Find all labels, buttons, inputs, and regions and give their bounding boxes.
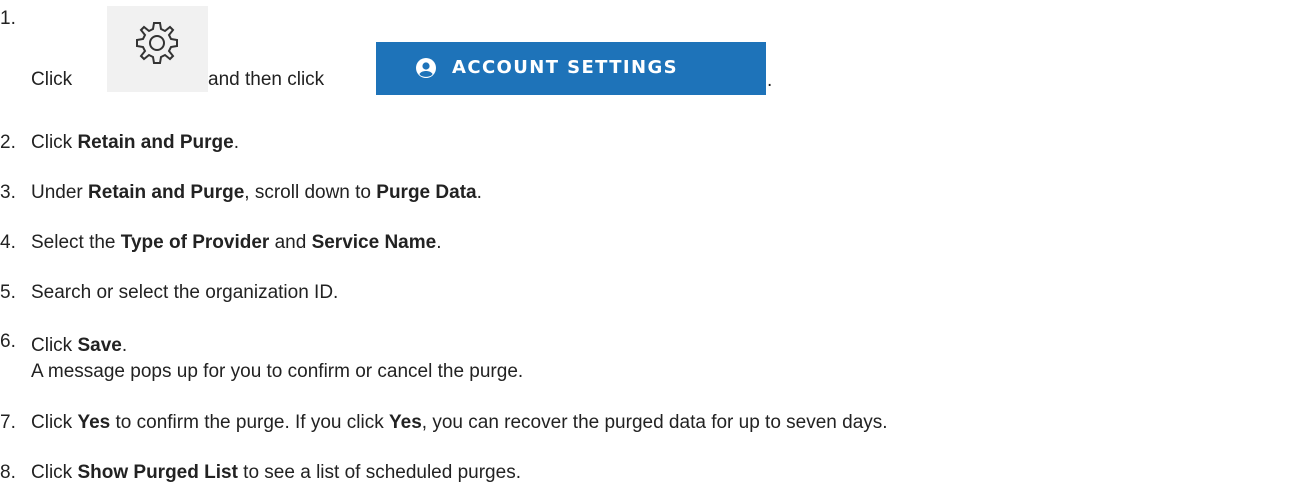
step-number: 1.	[0, 8, 16, 29]
step-note: A message pops up for you to confirm or …	[31, 361, 524, 382]
person-circle-icon	[416, 58, 436, 78]
step-text: Search or select the organization ID.	[31, 282, 339, 303]
step-number: 8.	[0, 462, 16, 483]
gear-icon-button[interactable]	[107, 6, 208, 92]
ui-term: Retain and Purge	[88, 182, 245, 203]
step-number: 2.	[0, 132, 16, 153]
step-number: 7.	[0, 412, 16, 433]
ui-term: Yes	[77, 412, 111, 433]
ui-term: Yes	[389, 412, 422, 433]
ui-term: Show Purged List	[77, 462, 238, 483]
gear-icon	[136, 22, 178, 64]
step-number: 3.	[0, 182, 16, 203]
step-text: Click	[31, 69, 73, 90]
step-number: 4.	[0, 232, 16, 253]
step-number: 5.	[0, 282, 16, 303]
step-1: 1. Click and then click ACCOUNT SETTINGS…	[0, 0, 800, 100]
ui-term: Type of Provider	[120, 232, 270, 253]
account-settings-label: ACCOUNT SETTINGS	[452, 57, 679, 78]
step-text: .	[767, 70, 773, 91]
ui-term: Retain and Purge	[77, 132, 234, 153]
account-settings-button[interactable]: ACCOUNT SETTINGS	[376, 42, 766, 95]
step-6: 6. Click Save. A message pops up for you…	[0, 331, 524, 382]
step-number: 6.	[0, 331, 16, 352]
step-text: and then click	[208, 69, 325, 90]
ui-term: Service Name	[311, 232, 437, 253]
ui-term: Save	[77, 335, 122, 356]
ui-term: Purge Data	[376, 182, 477, 203]
